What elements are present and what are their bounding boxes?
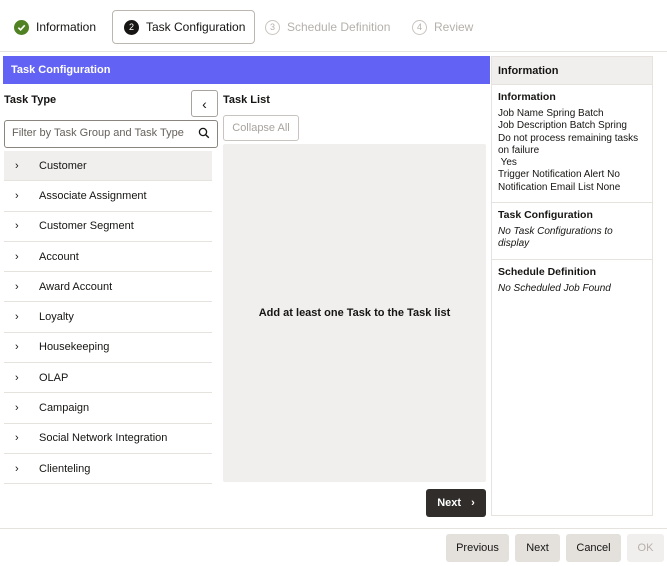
- task-list-label: Task List: [223, 94, 270, 106]
- train-step-information[interactable]: Information: [14, 10, 96, 44]
- panel-header: Task Configuration: [3, 56, 490, 84]
- schedule-empty-text: No Scheduled Job Found: [498, 282, 611, 294]
- tree-item-social-network-integration[interactable]: › Social Network Integration: [4, 424, 212, 454]
- section-title: Task Configuration: [498, 209, 593, 222]
- information-section: Information Job Name Spring Batch Job De…: [492, 85, 652, 204]
- chevron-right-icon[interactable]: ›: [15, 402, 27, 414]
- tree-item-loyalty[interactable]: › Loyalty: [4, 302, 212, 333]
- task-configuration-section: Task Configuration No Task Configuration…: [492, 203, 652, 260]
- trigger-notification-line: Trigger Notification Alert No: [498, 169, 620, 181]
- next-step-button[interactable]: Next ›: [426, 489, 486, 517]
- tree-item-award-account[interactable]: › Award Account: [4, 272, 212, 303]
- tree-item-housekeeping[interactable]: › Housekeeping: [4, 333, 212, 364]
- cancel-button[interactable]: Cancel: [566, 534, 621, 562]
- task-configuration-empty-text: No Task Configurations to display: [498, 226, 613, 250]
- train-step-task-configuration[interactable]: 2 Task Configuration: [112, 10, 255, 44]
- tree-item-label: Customer: [39, 159, 87, 172]
- tree-item-label: Clienteling: [39, 462, 91, 475]
- tree-item-label: Loyalty: [39, 311, 74, 324]
- tree-item-label: Campaign: [39, 402, 90, 415]
- information-panel-header: Information: [492, 57, 652, 85]
- schedule-definition-section: Schedule Definition No Scheduled Job Fou…: [492, 260, 652, 303]
- tree-item-label: Customer Segment: [39, 220, 134, 233]
- collapse-panel-button[interactable]: ‹: [191, 90, 218, 117]
- checkmark-icon: [14, 19, 29, 35]
- ok-button[interactable]: OK: [627, 534, 664, 562]
- process-on-failure-value: Yes: [498, 157, 517, 169]
- step-number: 2: [124, 19, 139, 35]
- section-title: Information: [498, 91, 556, 103]
- next-button[interactable]: Next: [515, 534, 560, 562]
- tree-item-olap[interactable]: › OLAP: [4, 363, 212, 394]
- wizard-train: Information 2 Task Configuration 3 Sched…: [0, 0, 667, 52]
- chevron-right-icon[interactable]: ›: [15, 220, 27, 232]
- previous-button[interactable]: Previous: [446, 534, 509, 562]
- tree-item-label: Housekeeping: [39, 341, 110, 354]
- tree-item-customer-segment[interactable]: › Customer Segment: [4, 212, 212, 242]
- chevron-right-icon[interactable]: ›: [15, 190, 27, 202]
- tree-item-label: Award Account: [39, 280, 113, 293]
- collapse-all-button[interactable]: Collapse All: [223, 115, 299, 141]
- chevron-right-icon[interactable]: ›: [15, 341, 27, 353]
- train-step-label: Information: [36, 20, 97, 34]
- information-panel: Information Information Job Name Spring …: [491, 56, 653, 516]
- job-name-line: Job Name Spring Batch: [498, 108, 604, 119]
- dialog-footer: Previous Next Cancel OK: [0, 528, 667, 566]
- chevron-right-icon: ›: [471, 497, 475, 509]
- tree-item-label: Account: [39, 250, 79, 263]
- chevron-right-icon[interactable]: ›: [15, 311, 27, 323]
- tree-item-label: OLAP: [39, 371, 69, 384]
- train-step-review: 4 Review: [412, 10, 473, 44]
- chevron-right-icon[interactable]: ›: [15, 372, 27, 384]
- task-list-dropzone[interactable]: Add at least one Task to the Task list: [223, 144, 486, 482]
- train-step-schedule-definition: 3 Schedule Definition: [265, 10, 390, 44]
- tree-item-associate-assignment[interactable]: › Associate Assignment: [4, 181, 212, 212]
- chevron-right-icon[interactable]: ›: [15, 281, 27, 293]
- chevron-right-icon[interactable]: ›: [15, 463, 27, 475]
- process-on-failure-line: Do not process remaining tasks on failur…: [498, 132, 639, 156]
- task-filter[interactable]: [4, 120, 218, 148]
- notification-email-line: Notification Email List None: [498, 181, 621, 193]
- job-description-line: Job Description Batch Spring: [498, 120, 627, 132]
- tree-item-label: Associate Assignment: [39, 189, 147, 202]
- empty-task-list-message: Add at least one Task to the Task list: [258, 307, 451, 319]
- step-number: 4: [412, 19, 427, 35]
- tree-item-campaign[interactable]: › Campaign: [4, 393, 212, 424]
- train-step-label: Review: [434, 20, 474, 34]
- train-step-label: Task Configuration: [146, 20, 246, 34]
- chevron-right-icon[interactable]: ›: [15, 251, 27, 263]
- chevron-left-icon: ‹: [202, 95, 207, 112]
- task-type-label: Task Type: [4, 94, 57, 106]
- step-number: 3: [265, 19, 280, 35]
- section-title: Schedule Definition: [498, 265, 597, 278]
- tree-item-clienteling[interactable]: › Clienteling: [4, 454, 212, 485]
- task-type-tree: › Customer › Associate Assignment › Cust…: [4, 151, 212, 485]
- tree-item-customer[interactable]: › Customer: [4, 151, 212, 182]
- next-step-label: Next: [437, 497, 462, 509]
- train-step-label: Schedule Definition: [287, 20, 391, 34]
- task-filter-input[interactable]: [12, 127, 192, 139]
- tree-item-account[interactable]: › Account: [4, 242, 212, 273]
- task-configuration-panel: Task Configuration Task Type ‹ Task List…: [3, 56, 490, 522]
- chevron-right-icon[interactable]: ›: [15, 160, 27, 172]
- search-icon[interactable]: [198, 127, 210, 139]
- tree-item-label: Social Network Integration: [39, 432, 168, 445]
- chevron-right-icon[interactable]: ›: [15, 432, 27, 444]
